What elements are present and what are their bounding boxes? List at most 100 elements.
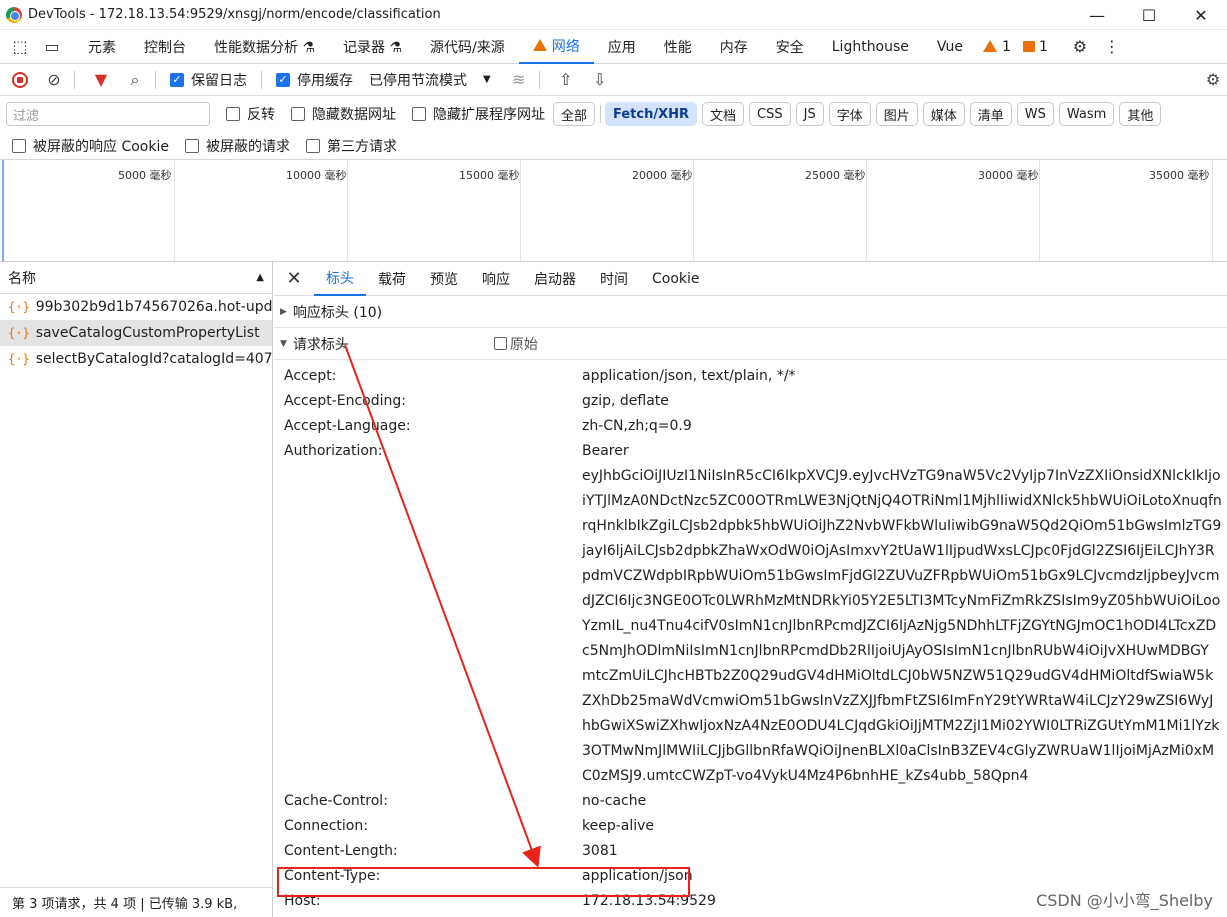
issues-warnings[interactable]: 1 (977, 30, 1017, 64)
import-har-icon[interactable]: ⇧ (552, 66, 580, 94)
filter-icon[interactable]: ▼ (87, 66, 115, 94)
type-filter-doc[interactable]: 文档 (702, 102, 745, 126)
issues-errors[interactable]: 1 (1017, 30, 1054, 64)
tab-sources[interactable]: 源代码/来源 (416, 30, 519, 64)
tab-headers[interactable]: 标头 (314, 262, 366, 296)
chevron-down-icon: ▼ (483, 74, 491, 85)
request-name: saveCatalogCustomPropertyList (35, 325, 260, 341)
issue-icon (1022, 41, 1035, 52)
warning-icon (983, 39, 998, 52)
export-har-icon[interactable]: ⇩ (586, 66, 614, 94)
tab-preview[interactable]: 预览 (418, 262, 470, 296)
name-column-header[interactable]: 名称 ▲ (0, 262, 272, 294)
request-list: 名称 ▲ {·} 99b302b9d1b74567026a.hot-upd... {… (0, 262, 273, 917)
tab-application[interactable]: 应用 (594, 30, 650, 64)
more-options-icon[interactable]: ⋮ (1100, 35, 1124, 59)
header-row: Connection: keep-alive (284, 814, 1227, 839)
close-details-icon[interactable]: ✕ (274, 268, 314, 289)
error-count: 1 (1038, 38, 1048, 55)
type-filter-js[interactable]: JS (795, 102, 824, 126)
network-settings-icon[interactable]: ⚙ (1199, 66, 1227, 94)
hide-extension-urls-label: 隐藏扩展程序网址 (433, 107, 545, 123)
tab-timing[interactable]: 时间 (588, 262, 640, 296)
minimize-button[interactable]: — (1071, 0, 1123, 30)
type-filter-img[interactable]: 图片 (875, 102, 918, 126)
header-value: no-cache (582, 793, 647, 809)
blocked-requests-checkbox[interactable]: 被屏蔽的请求 (184, 136, 290, 156)
header-row: Accept-Language: zh-CN,zh;q=0.9 (284, 414, 1227, 439)
authorization-token: eyJhbGciOiJIUzI1NiIsInR5cCI6IkpXVCJ9.eyJ… (582, 468, 1222, 784)
maximize-button[interactable]: ☐ (1123, 0, 1175, 30)
type-filter-fetch-xhr[interactable]: Fetch/XHR (605, 102, 698, 126)
separator (538, 70, 540, 89)
throttle-select[interactable]: 已停用节流模式 ▼ (369, 70, 491, 90)
request-row[interactable]: {·} 99b302b9d1b74567026a.hot-upd... (0, 294, 272, 320)
header-value: application/json, text/plain, */* (582, 368, 796, 384)
header-value: gzip, deflate (582, 393, 669, 409)
header-key: Accept: (284, 368, 337, 384)
separator (74, 70, 75, 89)
checkbox-icon (291, 107, 305, 121)
request-row[interactable]: {·} selectByCatalogId?catalogId=407... (0, 346, 272, 372)
stop-recording-icon[interactable] (6, 66, 34, 94)
third-party-checkbox[interactable]: 第三方请求 (305, 136, 397, 156)
tab-memory[interactable]: 内存 (706, 30, 762, 64)
inspect-element-icon[interactable]: ⬚ (8, 35, 32, 59)
checkbox-checked-icon: ✓ (170, 72, 184, 87)
hide-data-urls-checkbox[interactable]: 隐藏数据网址 (291, 104, 396, 124)
close-button[interactable]: ✕ (1175, 0, 1227, 30)
detail-tabs: ✕ 标头 载荷 预览 响应 启动器 时间 Cookie (274, 262, 1227, 296)
header-value: Bearer (582, 443, 629, 459)
type-filter-other[interactable]: 其他 (1119, 102, 1162, 126)
search-icon[interactable]: ⌕ (121, 66, 149, 94)
header-value: zh-CN,zh;q=0.9 (582, 418, 692, 434)
tab-elements[interactable]: 元素 (74, 30, 130, 64)
tab-security[interactable]: 安全 (762, 30, 818, 64)
filter-input[interactable]: 过滤 (6, 102, 210, 126)
window-titlebar: DevTools - 172.18.13.54:9529/xnsgj/norm/… (0, 0, 1227, 30)
blocked-cookies-checkbox[interactable]: 被屏蔽的响应 Cookie (12, 136, 169, 156)
tab-payload[interactable]: 载荷 (366, 262, 418, 296)
network-overview[interactable]: 5000 毫秒 10000 毫秒 15000 毫秒 20000 毫秒 25000… (0, 160, 1227, 262)
type-filter-all[interactable]: 全部 (553, 102, 596, 126)
tab-recorder[interactable]: 记录器 ⚗ (329, 30, 416, 64)
type-filter-media[interactable]: 媒体 (922, 102, 965, 126)
checkbox-icon (184, 138, 199, 153)
disable-cache-label: 停用缓存 (297, 72, 353, 89)
type-filter-ws[interactable]: WS (1016, 102, 1054, 126)
network-conditions-icon[interactable]: ≋ (505, 66, 533, 94)
checkbox-icon (493, 337, 507, 350)
xhr-icon: {·} (8, 300, 30, 314)
invert-checkbox[interactable]: 反转 (226, 104, 275, 124)
settings-gear-icon[interactable]: ⚙ (1068, 35, 1092, 59)
request-headers-list: Accept: application/json, text/plain, */*… (274, 360, 1227, 914)
tab-performance-insights[interactable]: 性能数据分析 ⚗ (200, 30, 329, 64)
hide-extension-urls-checkbox[interactable]: 隐藏扩展程序网址 (412, 104, 545, 124)
preserve-log-checkbox[interactable]: ✓ 保留日志 (170, 70, 247, 90)
tab-vue[interactable]: Vue (923, 30, 977, 64)
tab-response[interactable]: 响应 (470, 262, 522, 296)
device-toolbar-icon[interactable]: ▭ (40, 35, 64, 59)
response-headers-section[interactable]: ▶ 响应标头 (10) (274, 296, 1227, 328)
request-row[interactable]: {·} saveCatalogCustomPropertyList (0, 320, 272, 346)
type-filter-wasm[interactable]: Wasm (1058, 102, 1115, 126)
type-filter-manifest[interactable]: 清单 (969, 102, 1012, 126)
header-key (284, 464, 582, 789)
tab-performance[interactable]: 性能 (650, 30, 706, 64)
window-controls: — ☐ ✕ (1071, 0, 1227, 30)
watermark: CSDN @小小弯_Shelby (1036, 891, 1213, 910)
raw-headers-checkbox[interactable]: 原始 (493, 334, 538, 354)
type-filter-font[interactable]: 字体 (828, 102, 871, 126)
tab-cookies[interactable]: Cookie (640, 262, 712, 296)
request-headers-section[interactable]: ▼ 请求标头 原始 (274, 328, 1227, 360)
invert-label: 反转 (247, 107, 275, 123)
tab-initiator[interactable]: 启动器 (522, 262, 588, 296)
request-details: ✕ 标头 载荷 预览 响应 启动器 时间 Cookie ▶ 响应标头 (10) ▼… (274, 262, 1227, 917)
tab-lighthouse[interactable]: Lighthouse (818, 30, 923, 64)
clear-icon[interactable]: ⊘ (40, 66, 68, 94)
tab-console[interactable]: 控制台 (130, 30, 200, 64)
type-filter-css[interactable]: CSS (749, 102, 791, 126)
disable-cache-checkbox[interactable]: ✓ 停用缓存 (276, 70, 353, 90)
tab-network[interactable]: 网络 (518, 30, 594, 64)
blocked-requests-label: 被屏蔽的请求 (205, 138, 290, 155)
